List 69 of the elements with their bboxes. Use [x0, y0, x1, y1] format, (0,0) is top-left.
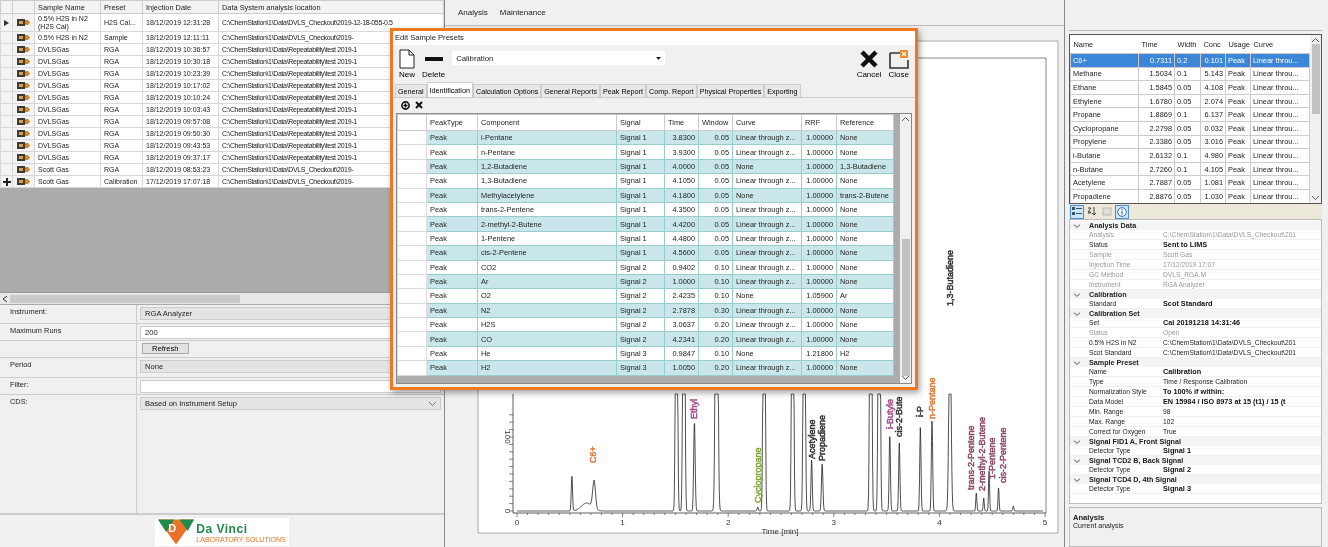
peak-label: 2-methyl-2-Butene	[976, 416, 987, 491]
peak-label: Ethyl	[689, 399, 700, 419]
peak-label: Cyclopropane	[752, 447, 763, 503]
scrollbar-thumb[interactable]	[10, 294, 240, 303]
menu-item[interactable]: Maintenance	[499, 8, 546, 17]
axis-tick-label: 1	[620, 518, 625, 527]
sample-icon	[17, 69, 30, 78]
scroll-left-icon[interactable]	[0, 295, 10, 302]
sample-icon	[17, 129, 30, 138]
sample-icon	[17, 165, 30, 174]
sample-icon	[17, 105, 30, 114]
peak-label: cis-2-Bute	[894, 396, 905, 437]
sample-icon	[17, 153, 30, 162]
scroll-down-icon[interactable]	[1312, 196, 1319, 200]
info-icon[interactable]	[1116, 205, 1128, 218]
peak-label: trans-2-Pentene	[966, 425, 977, 490]
peak-label: Propadiene	[817, 414, 828, 461]
sample-icon	[17, 45, 30, 54]
axis-tick-label: 0	[514, 518, 520, 527]
sample-icon	[17, 81, 30, 90]
scrollbar-thumb[interactable]	[901, 238, 910, 377]
sample-icon	[17, 177, 30, 186]
chevron-icon[interactable]	[1074, 457, 1080, 464]
axis-tick-label: 2	[725, 518, 731, 527]
scroll-up-icon[interactable]	[902, 117, 909, 121]
peak-label: i-Butyle	[884, 399, 895, 429]
scrollbar-thumb[interactable]	[1311, 44, 1320, 114]
peak-label: 1-Pentene	[987, 437, 998, 479]
dash-icon	[424, 57, 443, 61]
axis-tick-label: 5	[1042, 518, 1048, 527]
axis-tick-label: 100	[503, 430, 512, 444]
cancel-button[interactable]: Cancel	[854, 49, 884, 79]
chevron-icon[interactable]	[1074, 222, 1080, 229]
chevron-icon[interactable]	[1074, 438, 1080, 445]
window-close-icon	[888, 49, 909, 69]
scroll-down-icon[interactable]	[902, 376, 909, 380]
menu-item[interactable]: Analysis	[458, 8, 488, 17]
sample-icon	[17, 57, 30, 66]
new-row-icon	[2, 177, 11, 186]
peak-label: n-Pentane	[927, 377, 937, 419]
sample-icon	[17, 141, 30, 150]
sample-icon	[17, 117, 30, 126]
sample-icon	[17, 93, 30, 102]
sample-icon	[17, 18, 30, 27]
chevron-icon[interactable]	[1074, 359, 1080, 366]
close-button[interactable]: Close	[886, 49, 911, 79]
peak-label: cis-2-Pentene	[997, 427, 1008, 483]
scroll-up-icon[interactable]	[1312, 38, 1319, 42]
caret-down-icon	[656, 56, 662, 60]
remove-icon[interactable]	[415, 101, 423, 109]
x-icon	[859, 49, 880, 69]
chevron-icon[interactable]	[1074, 291, 1080, 298]
axis-tick-label: 4	[937, 518, 942, 527]
chevron-icon[interactable]	[1074, 476, 1080, 483]
add-icon[interactable]	[401, 100, 410, 110]
peak-label: 1,3-Butadiene	[944, 249, 955, 306]
page-icon	[399, 49, 415, 69]
peak-label: i-P	[915, 406, 926, 417]
current-row-icon	[4, 19, 9, 26]
chevron-down-icon	[429, 401, 436, 406]
chevron-icon[interactable]	[1074, 310, 1080, 317]
peak-label: Acetylene	[806, 419, 817, 459]
axis-tick-label: 0	[503, 508, 512, 514]
peak-label: C6+	[588, 446, 599, 463]
axis-title: Time [min]	[761, 527, 799, 536]
sample-icon	[17, 33, 30, 42]
axis-tick-label: 3	[831, 518, 837, 527]
categorized-view-icon[interactable]	[1071, 205, 1083, 218]
sort-icon[interactable]	[1086, 205, 1098, 218]
